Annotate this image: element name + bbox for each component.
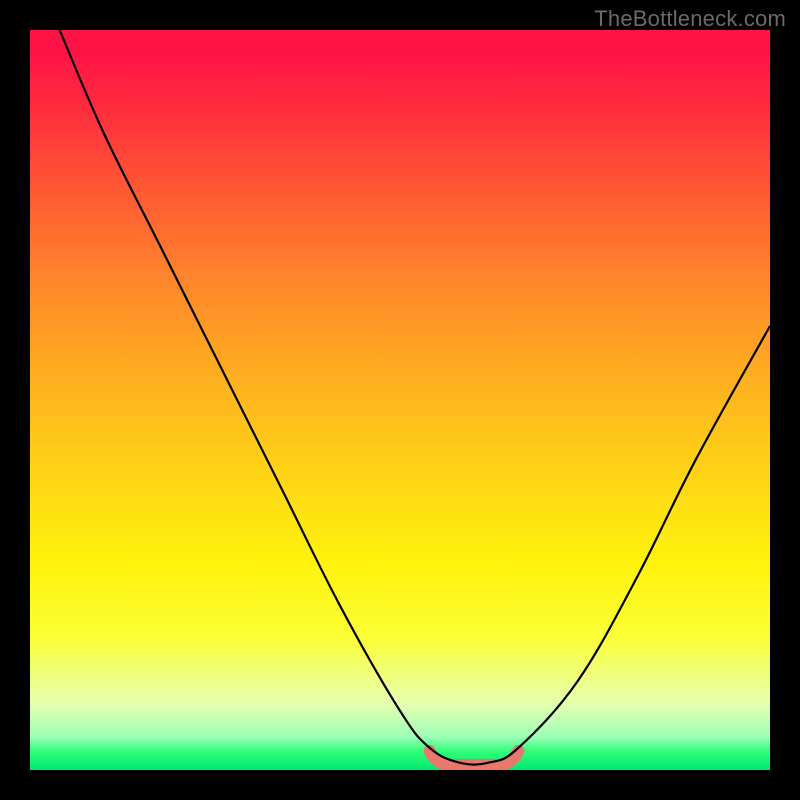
- watermark-text: TheBottleneck.com: [594, 6, 786, 32]
- curve-layer: [30, 30, 770, 770]
- plot-area: [30, 30, 770, 770]
- chart-frame: TheBottleneck.com: [0, 0, 800, 800]
- bottleneck-curve: [60, 30, 770, 765]
